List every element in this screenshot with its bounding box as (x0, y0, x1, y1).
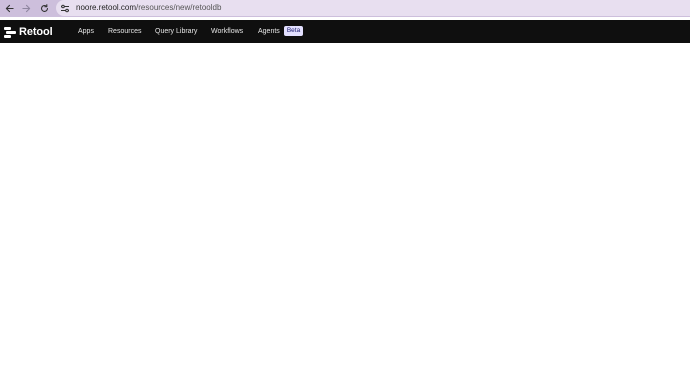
retool-logo[interactable]: Retool (4, 25, 53, 39)
app-header: Retool Apps Resources Query Library Work… (0, 20, 690, 43)
nav-query-library[interactable]: Query Library (155, 26, 197, 37)
nav-apps[interactable]: Apps (78, 26, 94, 37)
beta-badge: Beta (284, 26, 303, 36)
url-host: noore.retool.com (76, 3, 137, 12)
url-path: /resources/new/retooldb (136, 3, 222, 12)
arrow-right-icon (21, 4, 30, 13)
reload-icon (40, 4, 48, 12)
arrow-left-icon (5, 4, 14, 13)
reload-button[interactable] (37, 0, 51, 17)
nav-agents[interactable]: Agents (258, 26, 280, 37)
nav-resources[interactable]: Resources (108, 26, 141, 37)
retool-logo-icon (4, 26, 16, 38)
browser-toolbar: noore.retool.com/resources/new/retooldb (0, 0, 690, 17)
url-text[interactable]: noore.retool.com/resources/new/retooldb (76, 2, 221, 14)
nav-workflows[interactable]: Workflows (211, 26, 243, 37)
tune-icon (61, 4, 69, 12)
back-button[interactable] (2, 0, 16, 17)
brand-name: Retool (19, 26, 53, 38)
forward-button[interactable] (19, 0, 33, 17)
main-content (0, 43, 690, 381)
site-info-button[interactable] (59, 2, 71, 14)
